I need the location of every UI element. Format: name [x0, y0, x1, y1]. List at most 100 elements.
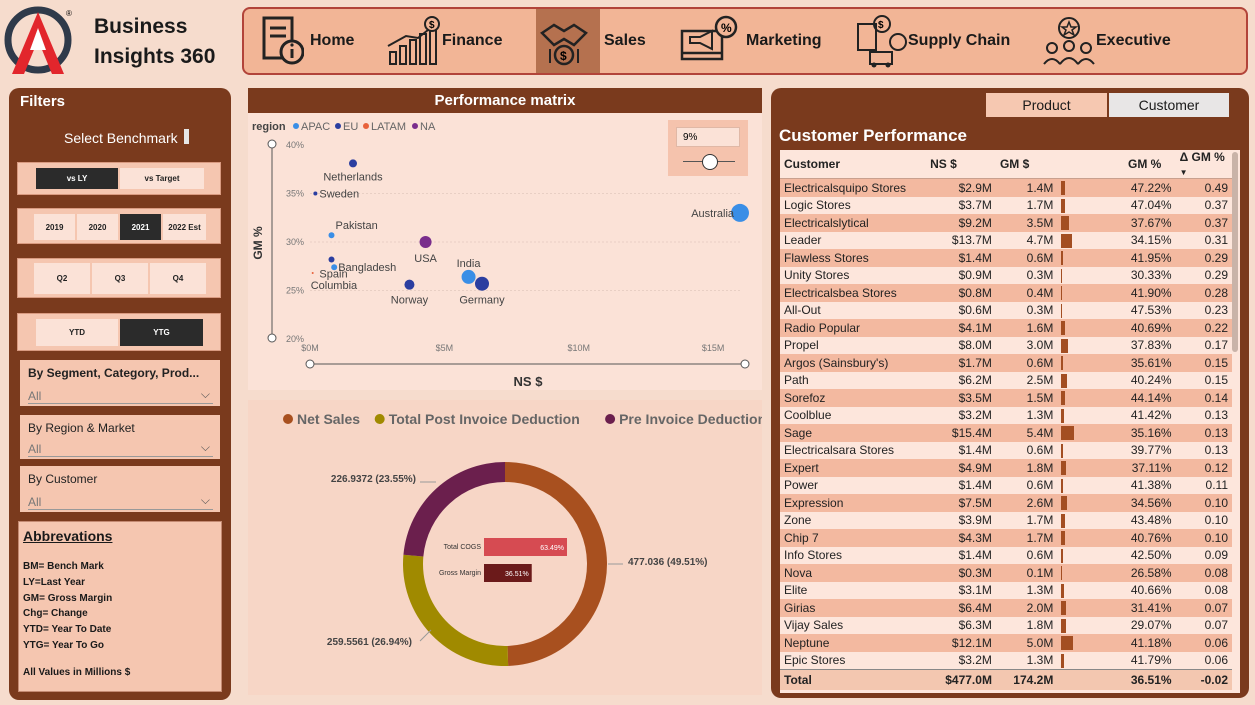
period-ytd[interactable]: YTD	[36, 319, 118, 346]
region-dropdown-label: By Region & Market	[28, 421, 135, 435]
inner-bar-value: 63.49%	[540, 545, 564, 552]
table-row[interactable]: Unity Stores $0.9M 0.3M 30.33% 0.29	[780, 266, 1232, 284]
customer-gm-pct: 41.90%	[1124, 284, 1176, 302]
table-row[interactable]: Path $6.2M 2.5M 40.24% 0.15	[780, 371, 1232, 389]
scatter-point[interactable]	[419, 236, 432, 248]
table-row[interactable]: Logic Stores $3.7M 1.7M 47.04% 0.37	[780, 196, 1232, 214]
benchmark-toggle[interactable]	[184, 129, 189, 144]
table-row[interactable]: Flawless Stores $1.4M 0.6M 41.95% 0.29	[780, 249, 1232, 267]
nav-sales[interactable]: $	[536, 9, 600, 73]
point-label: Sweden	[319, 189, 359, 201]
gm-bar	[1061, 391, 1065, 406]
table-row[interactable]: Expression $7.5M 2.6M 34.56% 0.10	[780, 494, 1232, 512]
nav-sales-label-wrap[interactable]: Sales	[604, 9, 664, 73]
year-2021[interactable]: 2021	[120, 214, 161, 240]
y-tick-label: 25%	[286, 286, 304, 296]
scatter-point[interactable]	[313, 191, 318, 196]
quarter-q3[interactable]: Q3	[92, 263, 148, 294]
table-row[interactable]: Sorefoz $3.5M 1.5M 44.14% 0.14	[780, 389, 1232, 407]
donut-slice[interactable]	[505, 462, 608, 666]
table-row[interactable]: Nova $0.3M 0.1M 26.58% 0.08	[780, 564, 1232, 582]
table-row[interactable]: Electricalsara Stores $1.4M 0.6M 39.77% 0.13	[780, 441, 1232, 459]
quarter-q4[interactable]: Q4	[150, 263, 206, 294]
table-row[interactable]: Zone $3.9M 1.7M 43.48% 0.10	[780, 511, 1232, 529]
table-row[interactable]: Vijay Sales $6.3M 1.8M 29.07% 0.07	[780, 616, 1232, 634]
gm-bar	[1061, 198, 1066, 213]
col-gm-pct[interactable]: GM %	[1124, 150, 1176, 179]
table-row[interactable]: Neptune $12.1M 5.0M 41.18% 0.06	[780, 634, 1232, 652]
table-row[interactable]: Coolblue $3.2M 1.3M 41.42% 0.13	[780, 406, 1232, 424]
legend-label[interactable]: Net Sales	[297, 411, 360, 427]
table-row[interactable]: Electricalsquipo Stores $2.9M 1.4M 47.22% 0.…	[780, 178, 1232, 197]
col-ns[interactable]: NS $	[926, 150, 996, 179]
col-delta-gm[interactable]: Δ GM % ▼	[1175, 150, 1232, 179]
legend-label[interactable]: LATAM	[371, 121, 406, 133]
nav-marketing[interactable]: % Marketing	[674, 9, 844, 73]
scatter-point[interactable]	[349, 159, 357, 168]
period-ytg[interactable]: YTG	[120, 319, 203, 346]
x-range-handle[interactable]	[740, 359, 750, 369]
legend-label[interactable]: Total Post Invoice Deduction	[389, 411, 580, 427]
col-customer[interactable]: Customer	[780, 150, 927, 179]
customer-gm-bar	[1057, 651, 1125, 670]
benchmark-vs-target[interactable]: vs Target	[120, 168, 204, 189]
customer-gm-pct: 40.66%	[1124, 581, 1176, 599]
legend-label[interactable]: NA	[420, 121, 436, 133]
quarter-q2[interactable]: Q2	[34, 263, 90, 294]
year-2019[interactable]: 2019	[34, 214, 75, 240]
y-range-handle[interactable]	[267, 333, 277, 343]
tab-product[interactable]: Product	[986, 93, 1107, 117]
nav-executive[interactable]: Executive	[1040, 9, 1210, 73]
table-row[interactable]: All-Out $0.6M 0.3M 47.53% 0.23	[780, 301, 1232, 319]
table-row[interactable]: Girias $6.4M 2.0M 31.41% 0.07	[780, 599, 1232, 617]
legend-label[interactable]: EU	[343, 121, 358, 133]
y-tick-label: 40%	[286, 140, 304, 150]
table-row[interactable]: Electricalsbea Stores $0.8M 0.4M 41.90% 0.28	[780, 284, 1232, 302]
slice-label: 259.5561 (26.94%)	[327, 637, 412, 648]
table-row[interactable]: Leader $13.7M 4.7M 34.15% 0.31	[780, 231, 1232, 249]
customer-ns: $1.4M	[926, 476, 996, 494]
scatter-point[interactable]	[331, 264, 338, 271]
nav-home[interactable]: Home	[254, 9, 384, 73]
gm-threshold-handle[interactable]	[702, 154, 718, 170]
nav-finance[interactable]: $ Finance	[386, 9, 526, 73]
customer-gm-pct: 34.56%	[1124, 494, 1176, 512]
scatter-point[interactable]	[475, 276, 489, 291]
year-2020[interactable]: 2020	[77, 214, 118, 240]
legend-label[interactable]: Pre Invoice Deduction	[619, 411, 762, 427]
y-range-handle[interactable]	[267, 139, 277, 149]
nav-supply-chain[interactable]: $ Supply Chain	[852, 9, 1027, 73]
region-dropdown[interactable]: By Region & Market All ⌵	[20, 415, 220, 459]
gm-bar	[1061, 251, 1063, 266]
table-row[interactable]: Sage $15.4M 5.4M 35.16% 0.13	[780, 424, 1232, 442]
table-row[interactable]: Propel $8.0M 3.0M 37.83% 0.17	[780, 336, 1232, 354]
customer-dropdown[interactable]: By Customer All ⌵	[20, 466, 220, 512]
customer-ns: $1.4M	[926, 546, 996, 564]
table-row[interactable]: Electricalslytical $9.2M 3.5M 37.67% 0.37	[780, 214, 1232, 232]
table-row[interactable]: Chip 7 $4.3M 1.7M 40.76% 0.10	[780, 529, 1232, 547]
gm-bar	[1061, 478, 1063, 493]
segment-dropdown[interactable]: By Segment, Category, Prod... All ⌵	[20, 360, 220, 406]
customer-delta-gm: 0.07	[1175, 616, 1232, 634]
table-row[interactable]: Expert $4.9M 1.8M 37.11% 0.12	[780, 459, 1232, 477]
gm-threshold-input[interactable]: 9%	[676, 127, 740, 147]
scatter-point[interactable]	[311, 272, 314, 275]
year-2022-est[interactable]: 2022 Est	[163, 214, 206, 240]
scatter-point[interactable]	[328, 232, 335, 239]
table-row[interactable]: Power $1.4M 0.6M 41.38% 0.11	[780, 476, 1232, 494]
table-row[interactable]: Elite $3.1M 1.3M 40.66% 0.08	[780, 581, 1232, 599]
scatter-point[interactable]	[461, 269, 476, 284]
scatter-point[interactable]	[404, 279, 415, 290]
scatter-point[interactable]	[328, 256, 335, 263]
x-range-handle[interactable]	[305, 359, 315, 369]
legend-label[interactable]: APAC	[301, 121, 330, 133]
table-row[interactable]: Epic Stores $3.2M 1.3M 41.79% 0.06	[780, 651, 1232, 670]
table-scrollbar[interactable]	[1232, 152, 1238, 352]
col-gm[interactable]: GM $	[995, 150, 1058, 179]
table-row[interactable]: Info Stores $1.4M 0.6M 42.50% 0.09	[780, 546, 1232, 564]
nav-sales-label: Sales	[604, 32, 646, 49]
tab-customer[interactable]: Customer	[1109, 93, 1229, 117]
table-row[interactable]: Argos (Sainsbury's) $1.7M 0.6M 35.61% 0.15	[780, 354, 1232, 372]
benchmark-vs-ly[interactable]: vs LY	[36, 168, 118, 189]
table-row[interactable]: Radio Popular $4.1M 1.6M 40.69% 0.22	[780, 319, 1232, 337]
